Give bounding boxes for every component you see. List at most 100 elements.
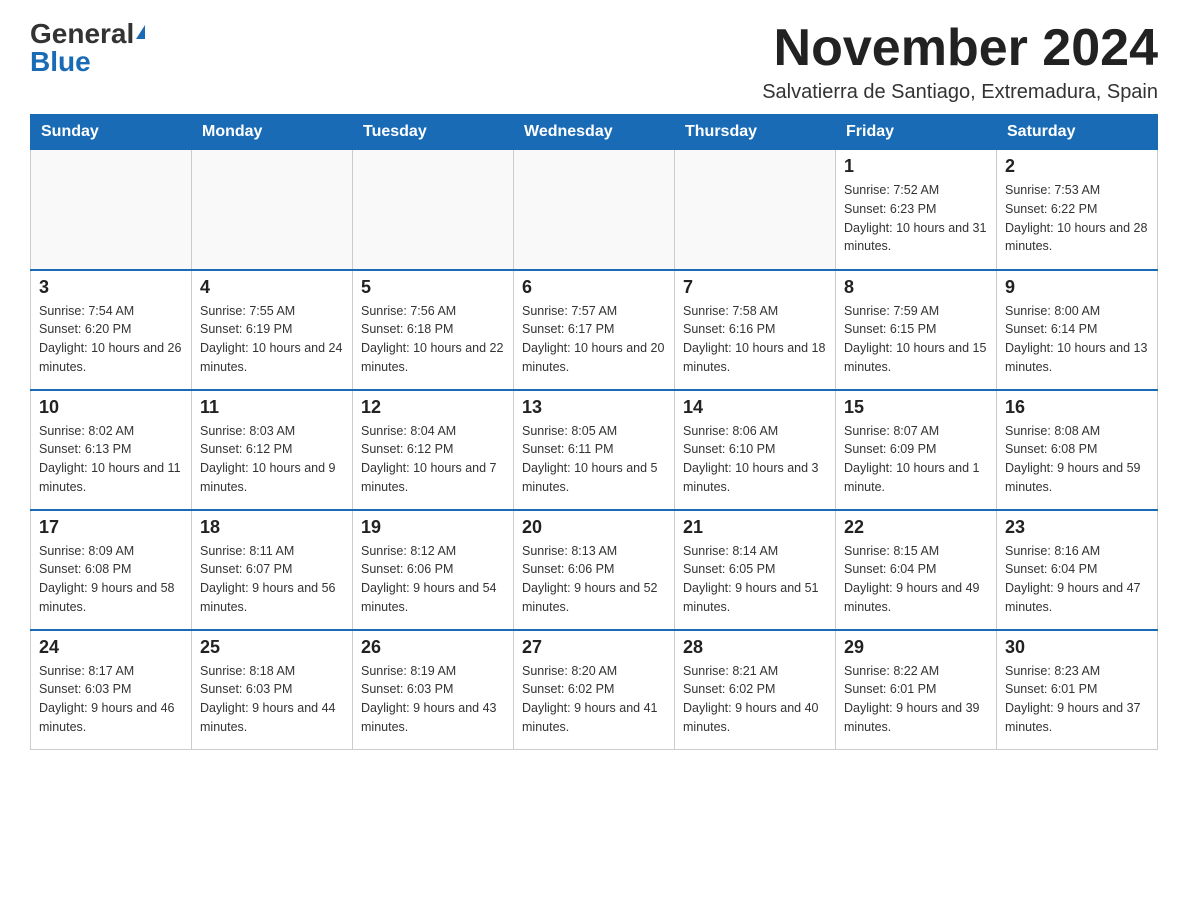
calendar-cell: 9Sunrise: 8:00 AM Sunset: 6:14 PM Daylig… <box>997 270 1158 390</box>
calendar-cell: 23 Sunrise: 8:16 AM Sunset: 6:04 PM Dayli… <box>997 510 1158 630</box>
day-info: Sunrise: 8:12 AM Sunset: 6:06 PM Dayligh… <box>361 542 505 617</box>
calendar-header-row: SundayMondayTuesdayWednesdayThursdayFrid… <box>31 115 1158 150</box>
calendar-header-saturday: Saturday <box>997 115 1158 150</box>
calendar-week-row: 3 Sunrise: 7:54 AM Sunset: 6:20 PM Daylig… <box>31 270 1158 390</box>
calendar-header-tuesday: Tuesday <box>353 115 514 150</box>
day-number: 25 <box>200 637 344 658</box>
day-info: Sunrise: 7:55 AM Sunset: 6:19 PM Dayligh… <box>200 302 344 377</box>
calendar-cell: 17Sunrise: 8:09 AM Sunset: 6:08 PM Dayli… <box>31 510 192 630</box>
calendar-cell: 24 Sunrise: 8:17 AM Sunset: 6:03 PM Dayli… <box>31 630 192 750</box>
calendar-cell: 6 Sunrise: 7:57 AM Sunset: 6:17 PM Daylig… <box>514 270 675 390</box>
calendar-week-row: 1 Sunrise: 7:52 AM Sunset: 6:23 PM Daylig… <box>31 150 1158 270</box>
calendar-cell: 16 Sunrise: 8:08 AM Sunset: 6:08 PM Dayli… <box>997 390 1158 510</box>
day-number: 11 <box>200 397 344 418</box>
day-number: 21 <box>683 517 827 538</box>
day-info: Sunrise: 8:07 AM Sunset: 6:09 PM Dayligh… <box>844 422 988 497</box>
day-info: Sunrise: 8:23 AM Sunset: 6:01 PM Dayligh… <box>1005 662 1149 737</box>
calendar-cell: 25Sunrise: 8:18 AM Sunset: 6:03 PM Dayli… <box>192 630 353 750</box>
calendar-header-wednesday: Wednesday <box>514 115 675 150</box>
day-number: 28 <box>683 637 827 658</box>
day-info: Sunrise: 7:56 AM Sunset: 6:18 PM Dayligh… <box>361 302 505 377</box>
day-info: Sunrise: 8:13 AM Sunset: 6:06 PM Dayligh… <box>522 542 666 617</box>
day-info: Sunrise: 8:14 AM Sunset: 6:05 PM Dayligh… <box>683 542 827 617</box>
day-info: Sunrise: 8:19 AM Sunset: 6:03 PM Dayligh… <box>361 662 505 737</box>
day-info: Sunrise: 8:22 AM Sunset: 6:01 PM Dayligh… <box>844 662 988 737</box>
day-number: 18 <box>200 517 344 538</box>
day-info: Sunrise: 8:21 AM Sunset: 6:02 PM Dayligh… <box>683 662 827 737</box>
day-number: 19 <box>361 517 505 538</box>
day-info: Sunrise: 8:09 AM Sunset: 6:08 PM Dayligh… <box>39 542 183 617</box>
calendar-header-friday: Friday <box>836 115 997 150</box>
calendar-cell <box>192 150 353 270</box>
day-info: Sunrise: 8:04 AM Sunset: 6:12 PM Dayligh… <box>361 422 505 497</box>
calendar-header-monday: Monday <box>192 115 353 150</box>
calendar-cell <box>514 150 675 270</box>
day-number: 5 <box>361 277 505 298</box>
day-number: 16 <box>1005 397 1149 418</box>
calendar-cell: 7Sunrise: 7:58 AM Sunset: 6:16 PM Daylig… <box>675 270 836 390</box>
calendar-cell: 19 Sunrise: 8:12 AM Sunset: 6:06 PM Dayli… <box>353 510 514 630</box>
month-title: November 2024 <box>762 20 1158 77</box>
day-number: 4 <box>200 277 344 298</box>
calendar-cell: 5 Sunrise: 7:56 AM Sunset: 6:18 PM Daylig… <box>353 270 514 390</box>
calendar-week-row: 10 Sunrise: 8:02 AM Sunset: 6:13 PM Dayli… <box>31 390 1158 510</box>
page-header: General Blue November 2024 Salvatierra d… <box>30 20 1158 104</box>
calendar-cell <box>353 150 514 270</box>
calendar-cell: 3 Sunrise: 7:54 AM Sunset: 6:20 PM Daylig… <box>31 270 192 390</box>
day-info: Sunrise: 8:11 AM Sunset: 6:07 PM Dayligh… <box>200 542 344 617</box>
day-number: 10 <box>39 397 183 418</box>
logo: General Blue <box>30 20 145 76</box>
day-number: 22 <box>844 517 988 538</box>
calendar-header-thursday: Thursday <box>675 115 836 150</box>
day-info: Sunrise: 8:02 AM Sunset: 6:13 PM Dayligh… <box>39 422 183 497</box>
day-number: 15 <box>844 397 988 418</box>
calendar-cell: 22 Sunrise: 8:15 AM Sunset: 6:04 PM Dayli… <box>836 510 997 630</box>
day-info: Sunrise: 8:05 AM Sunset: 6:11 PM Dayligh… <box>522 422 666 497</box>
calendar-cell: 11Sunrise: 8:03 AM Sunset: 6:12 PM Dayli… <box>192 390 353 510</box>
title-section: November 2024 Salvatierra de Santiago, E… <box>762 20 1158 104</box>
calendar-cell: 15 Sunrise: 8:07 AM Sunset: 6:09 PM Dayli… <box>836 390 997 510</box>
calendar-cell: 13Sunrise: 8:05 AM Sunset: 6:11 PM Dayli… <box>514 390 675 510</box>
day-info: Sunrise: 8:06 AM Sunset: 6:10 PM Dayligh… <box>683 422 827 497</box>
day-number: 27 <box>522 637 666 658</box>
calendar-table: SundayMondayTuesdayWednesdayThursdayFrid… <box>30 114 1158 750</box>
day-info: Sunrise: 8:08 AM Sunset: 6:08 PM Dayligh… <box>1005 422 1149 497</box>
day-number: 29 <box>844 637 988 658</box>
day-info: Sunrise: 8:17 AM Sunset: 6:03 PM Dayligh… <box>39 662 183 737</box>
calendar-cell: 12 Sunrise: 8:04 AM Sunset: 6:12 PM Dayli… <box>353 390 514 510</box>
day-info: Sunrise: 7:57 AM Sunset: 6:17 PM Dayligh… <box>522 302 666 377</box>
calendar-cell: 18 Sunrise: 8:11 AM Sunset: 6:07 PM Dayli… <box>192 510 353 630</box>
calendar-cell: 28 Sunrise: 8:21 AM Sunset: 6:02 PM Dayli… <box>675 630 836 750</box>
day-info: Sunrise: 8:20 AM Sunset: 6:02 PM Dayligh… <box>522 662 666 737</box>
calendar-cell: 20 Sunrise: 8:13 AM Sunset: 6:06 PM Dayli… <box>514 510 675 630</box>
calendar-week-row: 17Sunrise: 8:09 AM Sunset: 6:08 PM Dayli… <box>31 510 1158 630</box>
day-number: 12 <box>361 397 505 418</box>
calendar-cell: 10 Sunrise: 8:02 AM Sunset: 6:13 PM Dayli… <box>31 390 192 510</box>
day-info: Sunrise: 7:54 AM Sunset: 6:20 PM Dayligh… <box>39 302 183 377</box>
calendar-cell: 1 Sunrise: 7:52 AM Sunset: 6:23 PM Daylig… <box>836 150 997 270</box>
calendar-cell <box>675 150 836 270</box>
calendar-cell <box>31 150 192 270</box>
day-number: 26 <box>361 637 505 658</box>
day-info: Sunrise: 8:00 AM Sunset: 6:14 PM Dayligh… <box>1005 302 1149 377</box>
calendar-cell: 29 Sunrise: 8:22 AM Sunset: 6:01 PM Dayli… <box>836 630 997 750</box>
day-number: 20 <box>522 517 666 538</box>
day-number: 8 <box>844 277 988 298</box>
calendar-cell: 27 Sunrise: 8:20 AM Sunset: 6:02 PM Dayli… <box>514 630 675 750</box>
day-info: Sunrise: 8:15 AM Sunset: 6:04 PM Dayligh… <box>844 542 988 617</box>
day-number: 7 <box>683 277 827 298</box>
logo-blue-text: Blue <box>30 48 91 76</box>
day-info: Sunrise: 7:52 AM Sunset: 6:23 PM Dayligh… <box>844 181 988 256</box>
day-number: 1 <box>844 156 988 177</box>
calendar-cell: 30 Sunrise: 8:23 AM Sunset: 6:01 PM Dayli… <box>997 630 1158 750</box>
day-number: 6 <box>522 277 666 298</box>
day-info: Sunrise: 8:16 AM Sunset: 6:04 PM Dayligh… <box>1005 542 1149 617</box>
logo-triangle-icon <box>136 25 145 39</box>
calendar-cell: 26 Sunrise: 8:19 AM Sunset: 6:03 PM Dayli… <box>353 630 514 750</box>
day-number: 14 <box>683 397 827 418</box>
day-number: 23 <box>1005 517 1149 538</box>
day-number: 3 <box>39 277 183 298</box>
calendar-cell: 8Sunrise: 7:59 AM Sunset: 6:15 PM Daylig… <box>836 270 997 390</box>
day-number: 30 <box>1005 637 1149 658</box>
day-number: 24 <box>39 637 183 658</box>
